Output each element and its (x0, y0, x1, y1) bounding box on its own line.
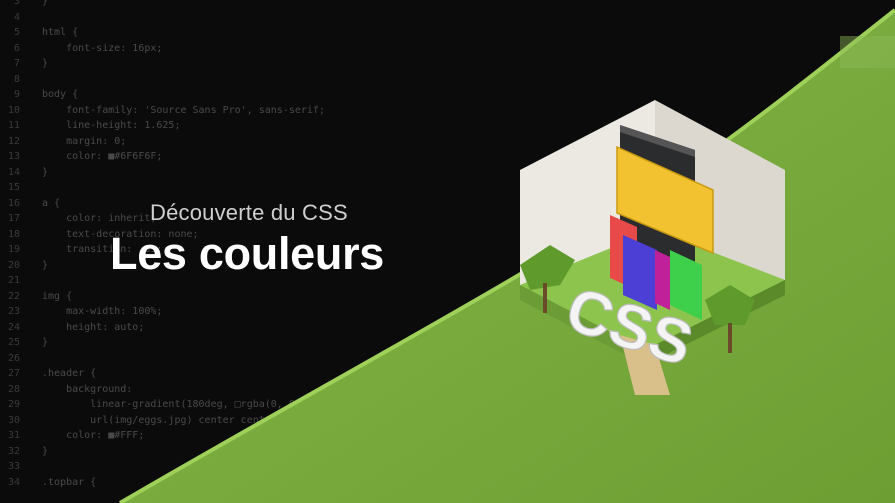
video-title: Les couleurs (110, 228, 385, 279)
video-thumbnail: 3} 4 5 html {6 font-size: 16px; 7} 8 9 body {10… (0, 0, 895, 503)
css-room-illustration: CSS (520, 100, 785, 395)
video-subtitle: Découverte du CSS (150, 200, 348, 225)
faint-code-highlight (840, 36, 895, 68)
